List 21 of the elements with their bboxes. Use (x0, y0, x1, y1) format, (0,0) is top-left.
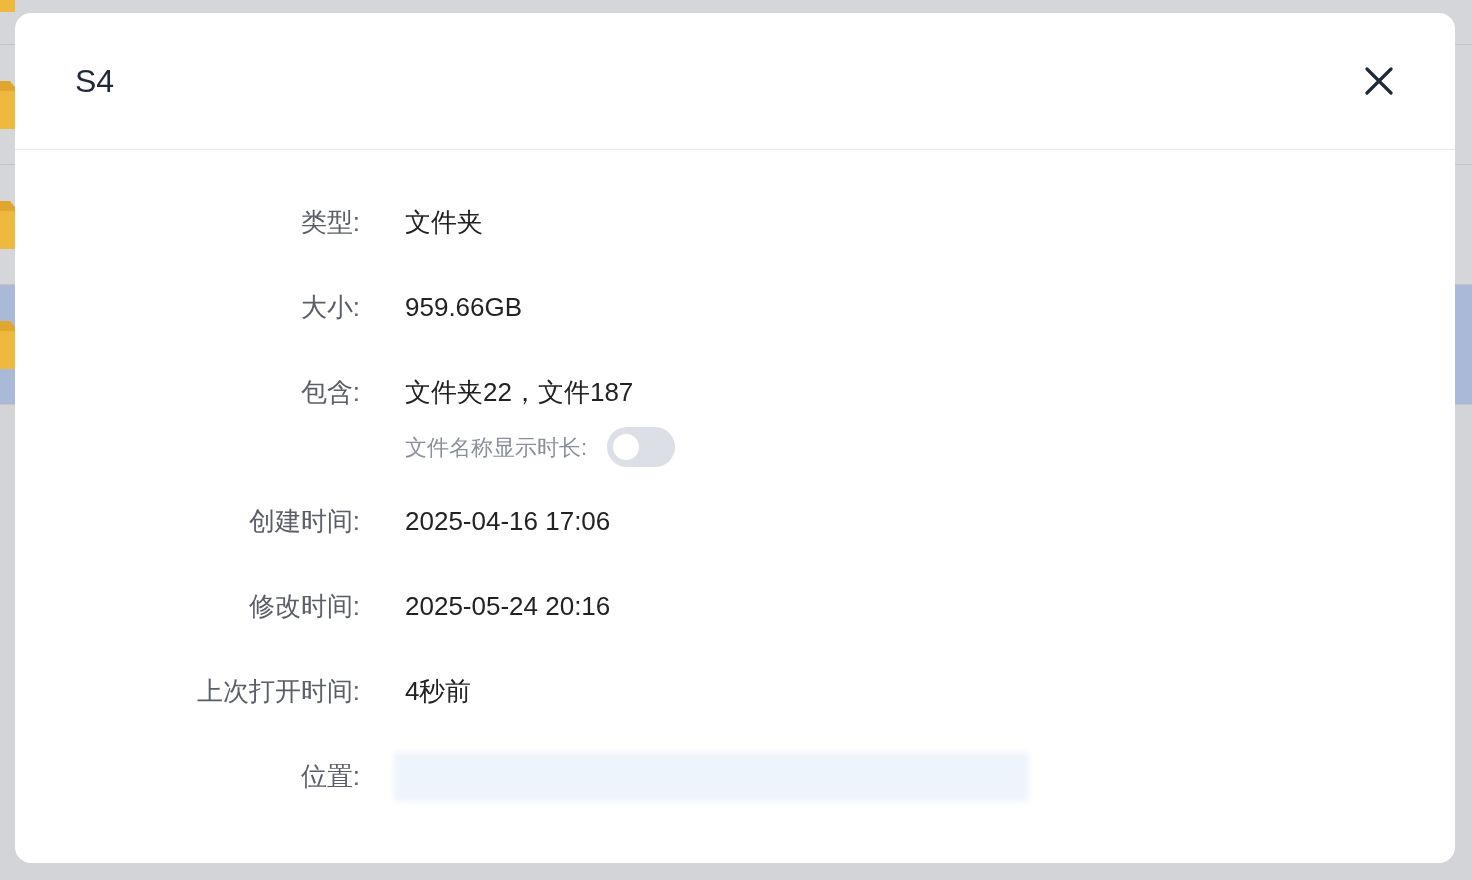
toggle-switch[interactable] (607, 427, 676, 467)
field-label: 包含: (300, 376, 360, 409)
field-value: 2025-05-24 20:16 (405, 590, 611, 623)
field-value: 文件夹22，文件187 (405, 376, 634, 409)
folder-icon (0, 200, 15, 249)
field-label: 修改时间: (248, 590, 360, 623)
field-label: 创建时间: (248, 505, 360, 538)
field-label: 上次打开时间: (196, 675, 360, 708)
field-value: 4秒前 (405, 675, 472, 708)
folder-icon (0, 0, 15, 12)
field-label: 类型: (300, 206, 360, 239)
folder-icon (0, 320, 15, 369)
field-value: 2025-04-16 17:06 (405, 505, 611, 538)
field-label: 文件名称显示时长: (405, 433, 588, 462)
field-label: 大小: (300, 291, 360, 324)
field-value: 文件夹 (405, 206, 483, 239)
close-icon (1365, 67, 1393, 95)
dialog-title: S4 (75, 62, 115, 101)
folder-icon (0, 80, 15, 129)
field-label: 位置: (300, 760, 360, 793)
field-value: 959.66GB (405, 291, 523, 324)
